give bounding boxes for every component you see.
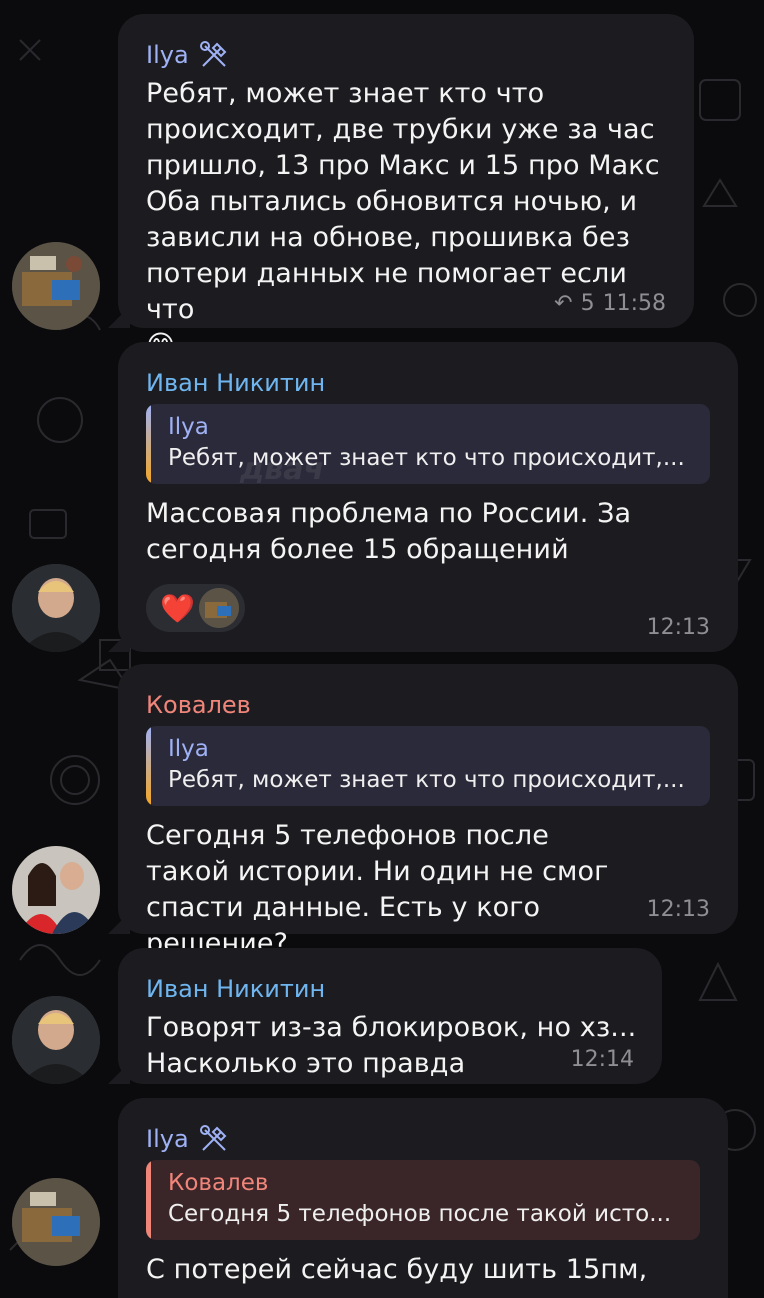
avatar[interactable]	[12, 242, 100, 330]
reply-bar	[146, 404, 151, 484]
message-time: 12:14	[570, 1047, 634, 1072]
bubble-tail	[108, 630, 130, 652]
message-bubble[interactable]: Ilya Ребят, может знает кто что происход…	[108, 14, 694, 362]
avatar[interactable]	[12, 996, 100, 1084]
reply-text: Сегодня 5 телефонов после такой исто...	[168, 1201, 672, 1227]
message-meta: 12:14	[571, 1047, 634, 1072]
watermark-logo: двач	[240, 452, 325, 487]
sender-name[interactable]: Иван Никитин	[146, 368, 710, 398]
avatar-photo-icon	[198, 588, 239, 628]
replies-count[interactable]: 5	[581, 291, 595, 316]
message-meta: 12:13	[647, 897, 710, 922]
bubble-tail	[108, 1062, 130, 1084]
message-bubble[interactable]: Иван Никитин Ilya Ребят, может знает кто…	[108, 342, 738, 652]
message-text: С потерей сейчас буду шить 15пм,	[146, 1254, 648, 1285]
message-bubble[interactable]: Ilya Ковалев Сегодня 5 телефонов после т…	[118, 1098, 728, 1298]
message-time: 12:13	[646, 615, 710, 640]
avatar-photo-icon	[12, 564, 100, 652]
message-time: 11:58	[602, 291, 666, 316]
message-time: 12:13	[646, 897, 710, 922]
reply-arrow-icon[interactable]: ↶	[554, 291, 572, 316]
message-text: Массовая проблема по России. За сегодня …	[146, 498, 632, 565]
sender-name[interactable]: Ковалев	[146, 690, 710, 720]
message-meta: 12:13	[647, 615, 710, 640]
reply-bar	[146, 1160, 151, 1240]
reactor-avatar	[198, 588, 239, 628]
bubble-tail	[108, 306, 130, 328]
reply-quote[interactable]: Ilya Ребят, может знает кто что происход…	[146, 726, 710, 806]
reply-text: Ребят, может знает кто что происходит,..…	[168, 767, 685, 793]
hammer-wrench-icon	[199, 41, 227, 67]
avatar[interactable]	[12, 564, 100, 652]
message-bubble[interactable]: Иван Никитин Говорят из-за блокировок, н…	[108, 948, 662, 1084]
avatar[interactable]	[12, 846, 100, 934]
sender-name[interactable]: Ilya	[146, 1124, 700, 1154]
message-text: Сегодня 5 телефонов после такой истории.…	[146, 820, 609, 959]
avatar-photo-icon	[12, 846, 100, 934]
message-meta: ↶ 5 11:58	[554, 291, 666, 316]
avatar-photo-icon	[12, 1178, 100, 1266]
reply-quote[interactable]: Ilya Ребят, может знает кто что происход…	[146, 404, 710, 484]
avatar-photo-icon	[12, 242, 100, 330]
heart-reaction-icon: ❤️	[160, 591, 195, 625]
hammer-wrench-icon	[199, 1125, 227, 1151]
reply-bar	[146, 726, 151, 806]
avatar-photo-icon	[12, 996, 100, 1084]
reply-sender: Ковалев	[168, 1170, 269, 1196]
sender-name[interactable]: Иван Никитин	[146, 974, 634, 1004]
reply-quote[interactable]: Ковалев Сегодня 5 телефонов после такой …	[146, 1160, 700, 1240]
message-bubble[interactable]: Ковалев Ilya Ребят, может знает кто что …	[108, 664, 738, 959]
bubble-tail	[108, 912, 130, 934]
reply-sender: Ilya	[168, 736, 209, 762]
reaction-chip[interactable]: ❤️	[146, 584, 245, 632]
avatar[interactable]	[12, 1178, 100, 1266]
sender-name[interactable]: Ilya	[146, 40, 666, 70]
reply-sender: Ilya	[168, 414, 209, 440]
